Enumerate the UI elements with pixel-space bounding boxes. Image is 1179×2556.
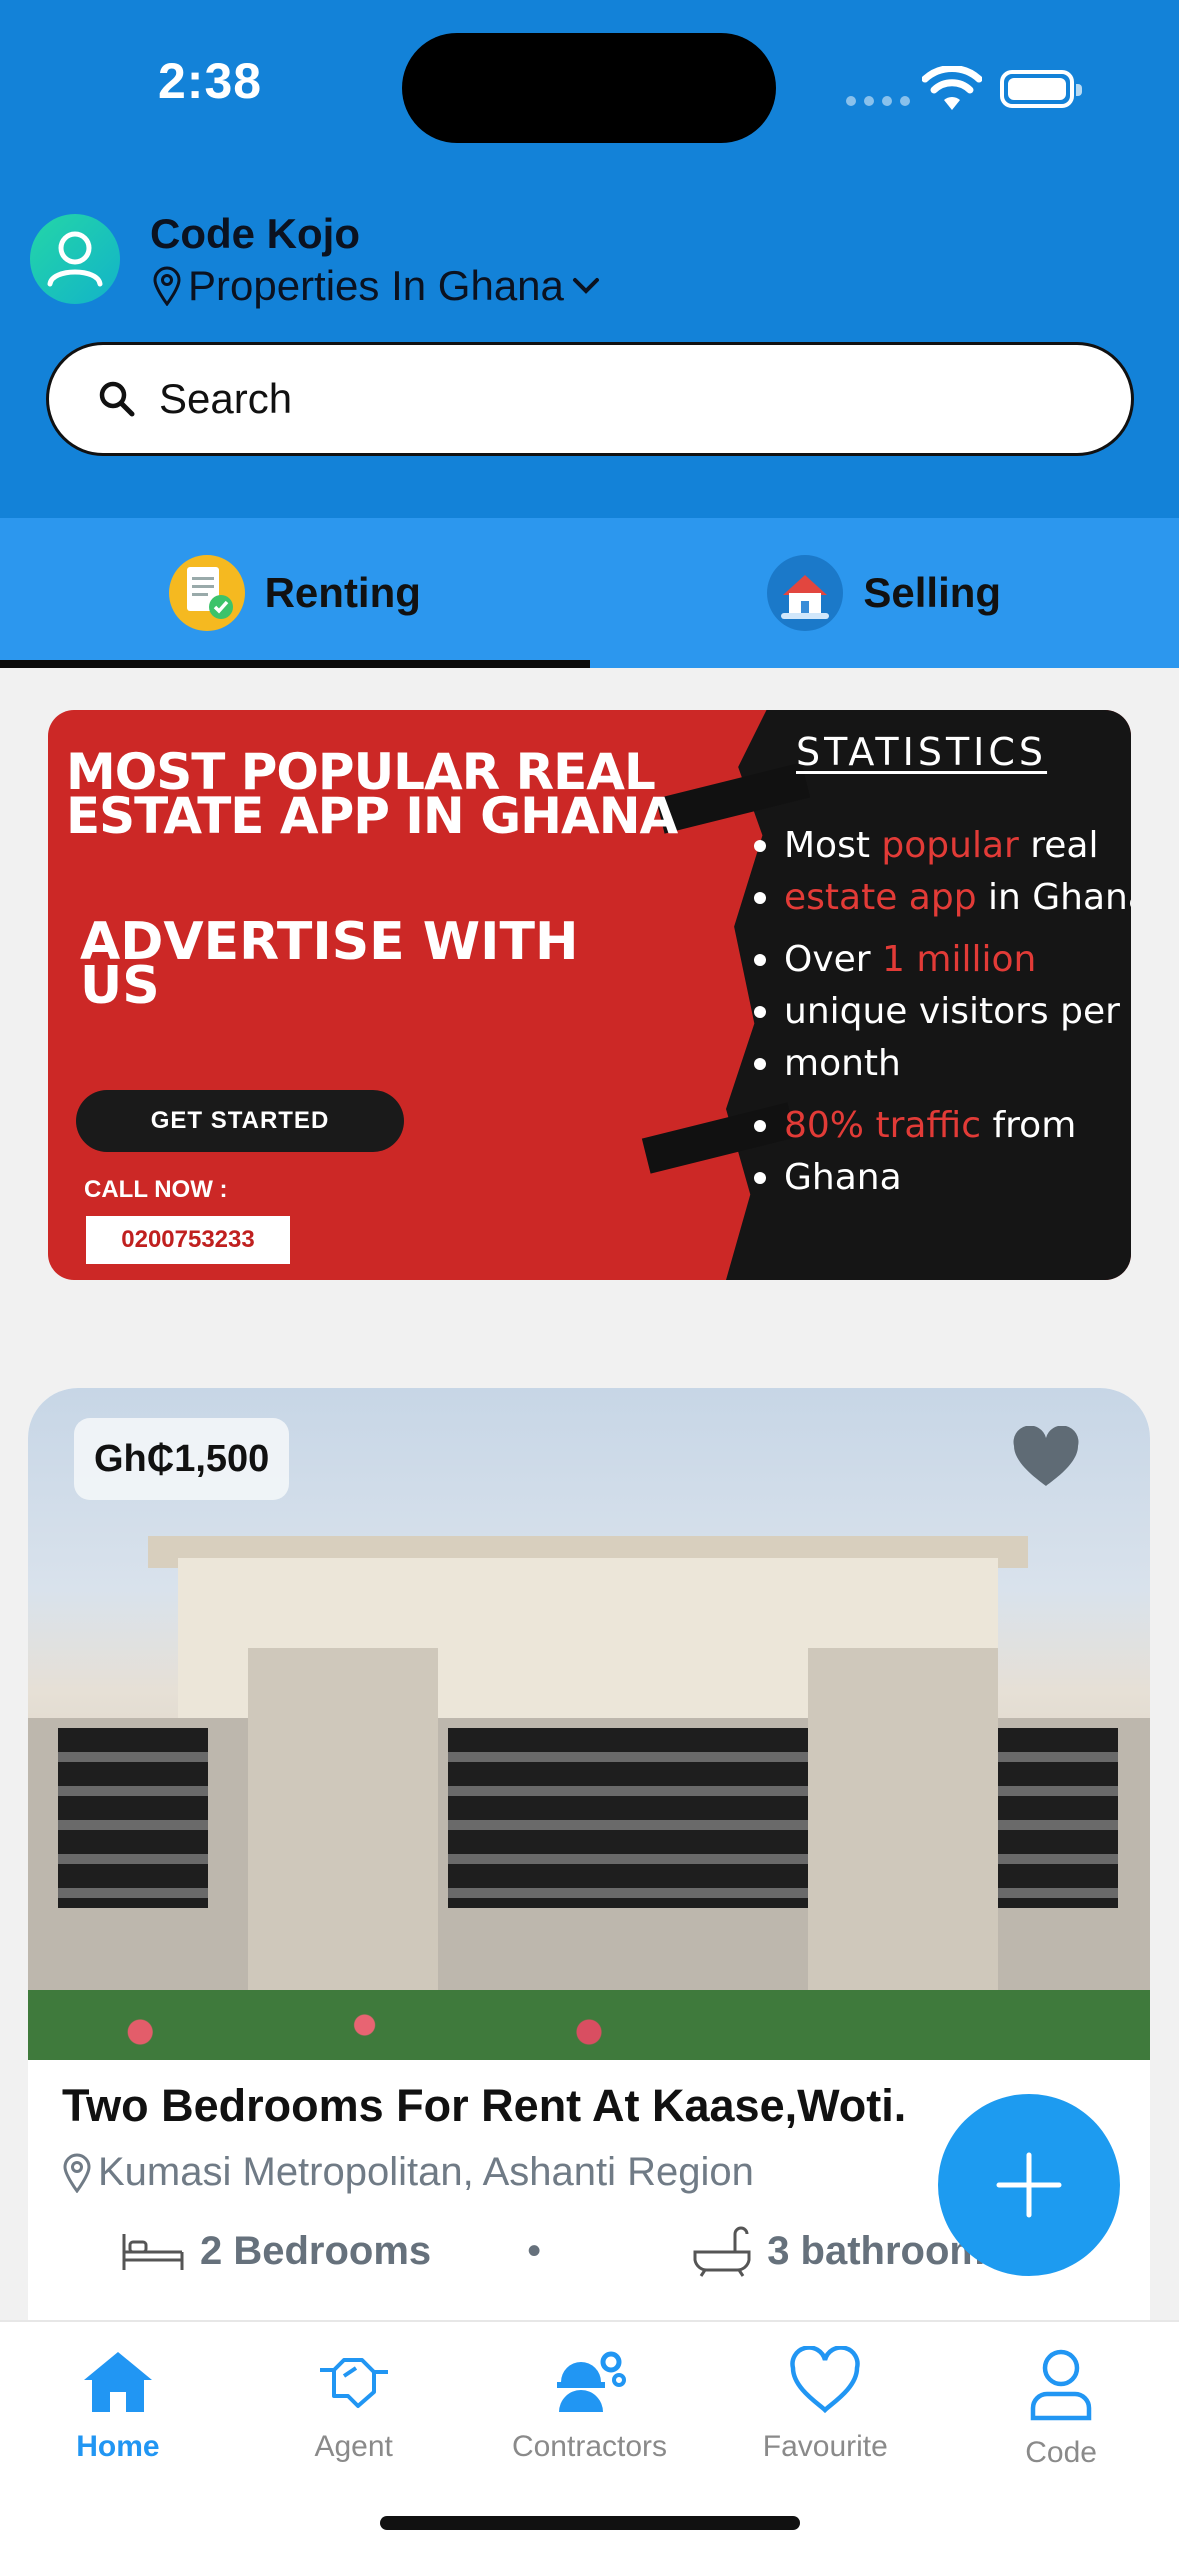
user-icon: [47, 231, 103, 287]
nav-profile-label: Code: [1025, 2436, 1097, 2469]
property-location: Kumasi Metropolitan, Ashanti Region: [62, 2150, 754, 2195]
property-title: Two Bedrooms For Rent At Kaase,Woti.: [62, 2080, 907, 2131]
signal-icon: [846, 96, 910, 106]
tab-renting-label: Renting: [264, 569, 421, 616]
battery-icon: [1000, 70, 1082, 108]
heart-icon: [790, 2346, 861, 2414]
app-header: 2:38 Code Kojo Properties In Ghana Searc…: [0, 0, 1179, 518]
nav-favourite-label: Favourite: [762, 2430, 888, 2463]
house-for-sale-icon: [767, 555, 844, 631]
stats-line: estate app in Ghana: [748, 872, 1131, 924]
stats-title: STATISTICS: [796, 730, 1048, 774]
tab-renting[interactable]: Renting: [0, 518, 590, 668]
banner-headline: MOST POPULAR REAL ESTATE APP IN GHANA: [66, 743, 678, 845]
price-badge: Gh₵1,500: [74, 1418, 290, 1500]
nav-home-label: Home: [76, 2430, 160, 2463]
rent-document-icon: [168, 555, 245, 631]
bed-icon: [122, 2234, 184, 2270]
nav-profile[interactable]: Code: [943, 2322, 1179, 2556]
house-gate: [448, 1728, 808, 1908]
bedrooms-feature: 2 Bedrooms: [120, 2228, 431, 2274]
get-started-button[interactable]: GET STARTED: [76, 1090, 404, 1152]
favorite-heart-icon[interactable]: [1010, 1426, 1082, 1490]
bedrooms-label: 2 Bedrooms: [200, 2228, 432, 2273]
wifi-icon: [922, 66, 982, 110]
bathtub-icon: [693, 2226, 751, 2277]
home-icon: [83, 2352, 152, 2412]
home-indicator: [380, 2516, 800, 2530]
dynamic-island: [402, 33, 776, 143]
add-listing-button[interactable]: [938, 2094, 1120, 2276]
stats-line: 80% traffic from: [748, 1100, 1131, 1152]
stats-line: Ghana: [748, 1152, 1131, 1204]
house-gate: [998, 1728, 1118, 1908]
house-gate: [58, 1728, 208, 1908]
handshake-icon: [319, 2358, 388, 2408]
person-icon: [1030, 2349, 1092, 2421]
location-pin-icon: [153, 266, 181, 306]
status-time: 2:38: [158, 53, 263, 109]
stats-line: unique visitors per: [748, 986, 1131, 1038]
location-pin-icon: [63, 2153, 91, 2193]
flower-bushes: [28, 1990, 1150, 2060]
stats-line: Most popular real: [748, 820, 1131, 872]
avatar[interactable]: [30, 214, 120, 304]
banner-phone-number[interactable]: 0200753233: [86, 1216, 290, 1264]
tab-selling[interactable]: Selling: [590, 518, 1179, 668]
search-input[interactable]: Search: [46, 342, 1134, 456]
location-selector[interactable]: Properties In Ghana: [152, 262, 602, 310]
chevron-down-icon: [572, 278, 599, 294]
user-name: Code Kojo: [150, 210, 360, 257]
stats-line: Over 1 million: [748, 934, 1131, 986]
stats-list: Most popular real estate app in Ghana Ov…: [748, 820, 1131, 1214]
advertisement-banner[interactable]: MOST POPULAR REAL ESTATE APP IN GHANA AD…: [48, 710, 1131, 1280]
call-now-label: CALL NOW :: [84, 1176, 228, 1203]
banner-advertise-text: ADVERTISE WITH US: [80, 912, 579, 1016]
search-placeholder: Search: [159, 375, 293, 422]
feature-separator: •: [527, 2228, 542, 2273]
plus-icon: [996, 2152, 1062, 2218]
nav-agent-label: Agent: [314, 2430, 393, 2463]
property-location-text: Kumasi Metropolitan, Ashanti Region: [98, 2150, 754, 2194]
tab-selling-label: Selling: [863, 569, 1002, 616]
listing-type-tabs: Renting Selling: [0, 518, 1179, 668]
stats-line: month: [748, 1038, 1131, 1090]
nav-home[interactable]: Home: [0, 2322, 236, 2556]
search-icon: [99, 381, 135, 417]
worker-gear-icon: [557, 2351, 627, 2412]
nav-contractors-label: Contractors: [511, 2430, 668, 2463]
location-label: Properties In Ghana: [188, 262, 564, 309]
